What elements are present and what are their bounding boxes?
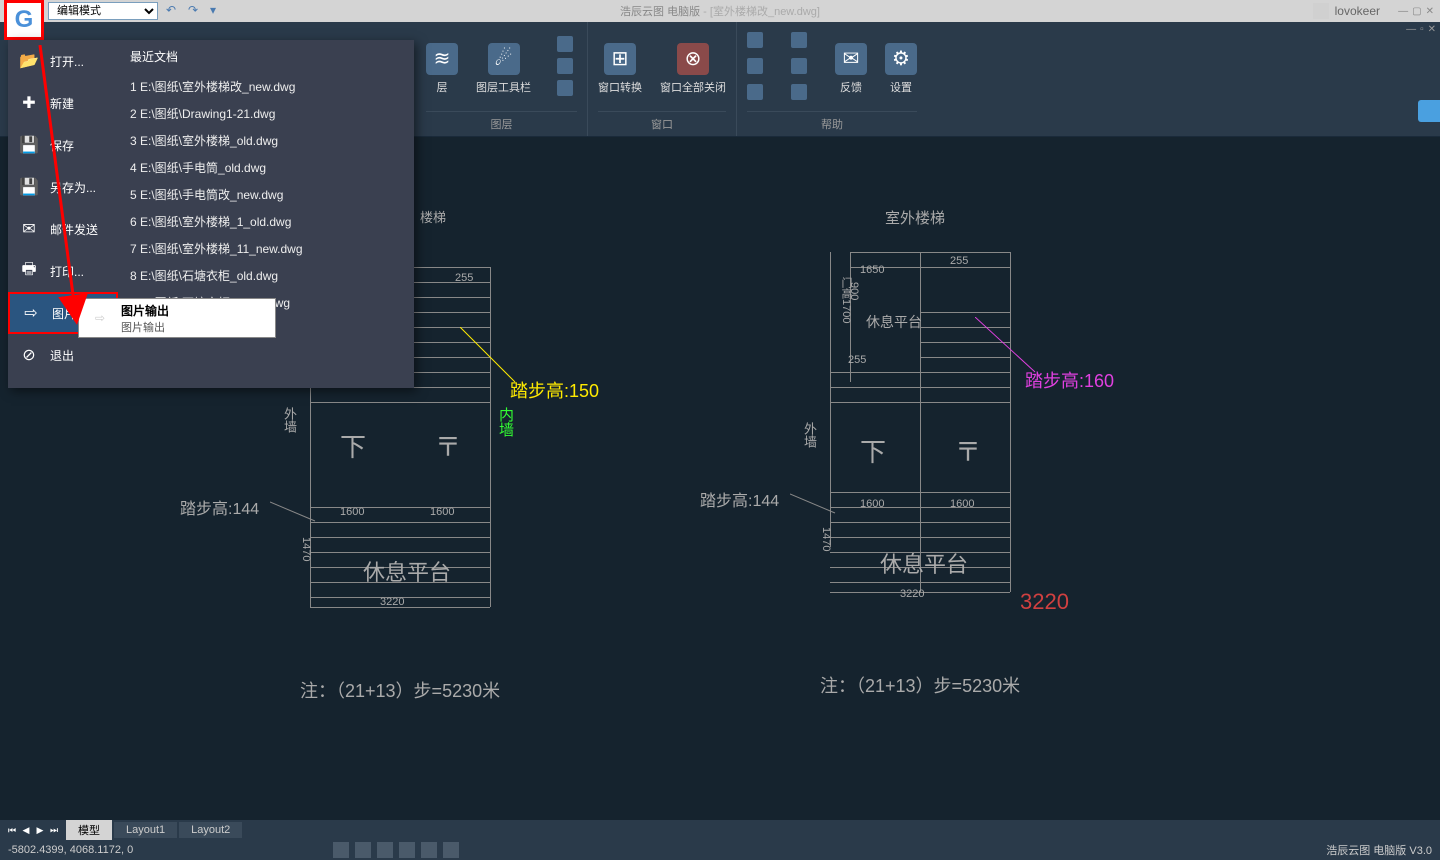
recent-file-item[interactable]: 2 E:\图纸\Drawing1-21.dwg: [130, 100, 402, 127]
titlebar: G 编辑模式 ↶ ↷ ▾ 浩辰云图 电脑版 - [室外楼梯改_new.dwg] …: [0, 0, 1440, 22]
gear-icon: ⚙: [885, 43, 917, 75]
status-toggle-5[interactable]: [421, 842, 437, 858]
red-dim: 3220: [1020, 589, 1069, 615]
layer-small-3[interactable]: [557, 80, 573, 96]
user-area[interactable]: lovokeer: [1313, 3, 1380, 19]
tab-nav-prev[interactable]: ◀: [20, 823, 32, 837]
window-title: 浩辰云图 电脑版 - [室外楼梯改_new.dwg]: [620, 3, 820, 19]
redo-icon[interactable]: ↷: [188, 3, 204, 19]
right-title: 室外楼梯: [885, 207, 945, 228]
coords-display: -5802.4399, 4068.1172, 0: [8, 844, 133, 856]
note-left: 注：（21+13）步=5230米: [300, 677, 500, 703]
mode-select[interactable]: 编辑模式: [48, 2, 158, 20]
layer-small-2[interactable]: [557, 58, 573, 74]
export-image-submenu[interactable]: ⇨ 图片输出图片输出: [78, 298, 276, 338]
window-controls: — ▢ ✕: [1398, 6, 1434, 17]
status-toggle-1[interactable]: [333, 842, 349, 858]
ribbon-group-window: ⊞窗口转换 ⊗窗口全部关闭 窗口: [588, 22, 737, 136]
step-height-4: 踏步高:144: [700, 487, 779, 511]
window-close-icon: ⊗: [677, 43, 709, 75]
close-button[interactable]: ✕: [1426, 6, 1434, 17]
username: lovokeer: [1335, 4, 1380, 18]
layers-icon: ≋: [426, 43, 458, 75]
qat-dropdown-icon[interactable]: ▾: [210, 3, 226, 19]
annotation-arrow: [30, 45, 90, 325]
status-toggle-2[interactable]: [355, 842, 371, 858]
undo-icon[interactable]: ↶: [166, 3, 182, 19]
maximize-button[interactable]: ▢: [1412, 6, 1421, 17]
help-small-3[interactable]: [747, 84, 763, 100]
help-small-4[interactable]: [791, 32, 807, 48]
recent-files-title: 最近文档: [130, 48, 402, 65]
inner-close[interactable]: ✕: [1428, 24, 1436, 35]
ribbon-group-help: ✉反馈 ⚙设置 帮助: [737, 22, 927, 136]
statusbar: -5802.4399, 4068.1172, 0 浩辰云图 电脑版 V3.0: [0, 840, 1440, 860]
recent-file-item[interactable]: 7 E:\图纸\室外楼梯_11_new.dwg: [130, 235, 402, 262]
app-menu-button[interactable]: G: [4, 0, 44, 40]
tab-nav-first[interactable]: ⏮: [6, 823, 18, 837]
recent-file-item[interactable]: 5 E:\图纸\手电筒改_new.dwg: [130, 181, 402, 208]
version-label: 浩辰云图 电脑版 V3.0: [1326, 842, 1432, 858]
window-close-all-button[interactable]: ⊗窗口全部关闭: [660, 43, 726, 95]
layer-button[interactable]: ≋层: [426, 43, 458, 95]
tab-nav-last[interactable]: ⏭: [48, 823, 60, 837]
help-small-1[interactable]: [747, 32, 763, 48]
layer-tool-icon: ☄: [488, 43, 520, 75]
menu-exit[interactable]: ⊘退出: [8, 334, 118, 376]
help-small-5[interactable]: [791, 58, 807, 74]
layer-toolbar-button[interactable]: ☄图层工具栏: [476, 43, 531, 95]
recent-file-item[interactable]: 6 E:\图纸\室外楼梯_1_old.dwg: [130, 208, 402, 235]
note-right: 注：（21+13）步=5230米: [820, 672, 1020, 698]
status-toggle-6[interactable]: [443, 842, 459, 858]
settings-button[interactable]: ⚙设置: [885, 43, 917, 95]
ribbon-group-layer: ≋层 ☄图层工具栏 图层: [416, 22, 588, 136]
step-height-1: 踏步高:150: [510, 377, 599, 403]
window-switch-icon: ⊞: [604, 43, 636, 75]
recent-file-item[interactable]: 3 E:\图纸\室外楼梯_old.dwg: [130, 127, 402, 154]
tab-layout1[interactable]: Layout1: [114, 822, 177, 838]
recent-file-item[interactable]: 4 E:\图纸\手电筒_old.dwg: [130, 154, 402, 181]
quick-access-toolbar: ↶ ↷ ▾: [166, 3, 226, 19]
help-small-6[interactable]: [791, 84, 807, 100]
tab-nav-next[interactable]: ▶: [34, 823, 46, 837]
avatar-icon: [1313, 3, 1329, 19]
window-switch-button[interactable]: ⊞窗口转换: [598, 43, 642, 95]
step-height-3: 踏步高:144: [180, 495, 259, 519]
inner-restore[interactable]: ▫: [1420, 24, 1424, 35]
export-image-icon: ⇨: [87, 305, 113, 331]
inner-minimize[interactable]: —: [1406, 24, 1416, 35]
left-title: 楼梯: [420, 207, 446, 226]
status-toggle-3[interactable]: [377, 842, 393, 858]
layout-tabbar: ⏮ ◀ ▶ ⏭ 模型 Layout1 Layout2: [0, 820, 1440, 840]
tab-layout2[interactable]: Layout2: [179, 822, 242, 838]
layer-small-1[interactable]: [557, 36, 573, 52]
recent-file-item[interactable]: 1 E:\图纸\室外楼梯改_new.dwg: [130, 73, 402, 100]
exit-icon: ⊘: [18, 344, 40, 366]
feedback-icon: ✉: [835, 43, 867, 75]
tab-model[interactable]: 模型: [66, 820, 112, 840]
status-toggle-4[interactable]: [399, 842, 415, 858]
cloud-panel-button[interactable]: [1418, 100, 1440, 122]
recent-file-item[interactable]: 8 E:\图纸\石塘衣柜_old.dwg: [130, 262, 402, 289]
feedback-button[interactable]: ✉反馈: [835, 43, 867, 95]
minimize-button[interactable]: —: [1398, 6, 1408, 17]
help-small-2[interactable]: [747, 58, 763, 74]
inner-window-controls: — ▫ ✕: [1406, 24, 1436, 35]
